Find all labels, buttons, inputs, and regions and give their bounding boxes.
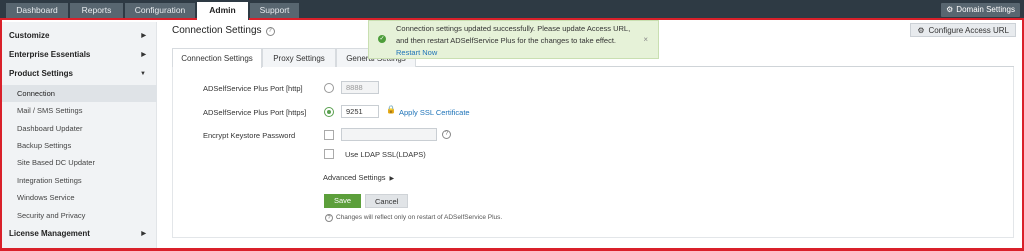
keystore-password-field[interactable] <box>341 128 437 141</box>
toast-message: Connection settings updated successfully… <box>396 23 636 59</box>
tab-support[interactable]: Support <box>250 3 300 18</box>
top-navigation: Dashboard Reports Configuration Admin Su… <box>0 0 1024 20</box>
connection-settings-panel: ADSelfService Plus Port [http] 8888 ADSe… <box>172 67 1014 238</box>
sidebar-item-integration[interactable]: Integration Settings <box>2 172 157 189</box>
restart-note: ? Changes will reflect only on restart of… <box>325 214 502 222</box>
tab-admin[interactable]: Admin <box>197 2 249 20</box>
sidebar-item-mail-sms[interactable]: Mail / SMS Settings <box>2 102 157 119</box>
gear-icon: ⚙ <box>946 5 954 14</box>
chevron-right-icon: ▶ <box>141 52 146 58</box>
sidebar-heading-label: Enterprise Essentials <box>9 50 91 59</box>
sidebar-item-security-privacy[interactable]: Security and Privacy <box>2 207 157 224</box>
page-title: Connection Settings? <box>172 25 275 36</box>
check-circle-icon: ✓ <box>378 35 386 43</box>
advanced-settings-label: Advanced Settings <box>323 173 386 182</box>
ldaps-checkbox[interactable] <box>324 149 334 159</box>
close-icon[interactable]: × <box>643 34 648 46</box>
tab-reports[interactable]: Reports <box>70 3 124 18</box>
keystore-password-label: Encrypt Keystore Password <box>203 131 296 140</box>
sidebar: Customize ▶ Enterprise Essentials ▶ Prod… <box>2 22 157 248</box>
tab-connection-settings[interactable]: Connection Settings <box>172 48 262 68</box>
help-icon[interactable]: ? <box>442 130 451 139</box>
chevron-right-icon: ▶ <box>141 33 146 39</box>
chevron-right-icon: ▶ <box>141 231 146 237</box>
sidebar-heading-label: Customize <box>9 31 50 40</box>
sidebar-item-dashboard-updater[interactable]: Dashboard Updater <box>2 120 157 137</box>
sidebar-item-site-based-dc[interactable]: Site Based DC Updater <box>2 154 157 171</box>
help-icon: ? <box>325 214 333 222</box>
http-port-field[interactable]: 8888 <box>341 81 379 94</box>
advanced-settings-toggle[interactable]: Advanced Settings ▶ <box>323 173 394 182</box>
keystore-password-checkbox[interactable] <box>324 130 334 140</box>
http-port-label: ADSelfService Plus Port [http] <box>203 84 303 93</box>
sidebar-heading-label: License Management <box>9 229 90 238</box>
http-port-radio[interactable] <box>324 83 334 93</box>
gear-icon: ⚙ <box>917 26 925 35</box>
domain-settings-button[interactable]: ⚙ Domain Settings <box>941 3 1020 17</box>
sidebar-item-backup[interactable]: Backup Settings <box>2 137 157 154</box>
sidebar-heading-label: Product Settings <box>9 69 74 78</box>
chevron-down-icon: ▼ <box>140 71 146 77</box>
apply-ssl-certificate-link[interactable]: Apply SSL Certificate <box>399 108 470 117</box>
toast-message-text: Connection settings updated successfully… <box>396 24 631 45</box>
sidebar-item-connection[interactable]: Connection <box>2 85 157 102</box>
sidebar-item-customize[interactable]: Customize ▶ <box>2 27 157 45</box>
restart-note-text: Changes will reflect only on restart of … <box>336 214 503 221</box>
sidebar-item-license-management[interactable]: License Management ▶ <box>2 225 157 243</box>
https-port-radio[interactable] <box>324 107 334 117</box>
sidebar-item-enterprise-essentials[interactable]: Enterprise Essentials ▶ <box>2 46 157 64</box>
configure-access-url-button[interactable]: ⚙ Configure Access URL <box>910 23 1016 37</box>
restart-now-link[interactable]: Restart Now <box>396 48 437 57</box>
domain-settings-label: Domain Settings <box>956 5 1015 14</box>
tab-configuration[interactable]: Configuration <box>125 3 196 18</box>
https-port-field[interactable]: 9251 <box>341 105 379 118</box>
tab-proxy-settings[interactable]: Proxy Settings <box>262 48 336 67</box>
configure-access-url-label: Configure Access URL <box>928 26 1009 35</box>
sidebar-item-windows-service[interactable]: Windows Service <box>2 189 157 206</box>
success-toast: ✓ Connection settings updated successful… <box>368 20 659 59</box>
lock-icon: 🔒 <box>386 105 396 114</box>
save-button[interactable]: Save <box>324 194 362 208</box>
tab-dashboard[interactable]: Dashboard <box>6 3 69 18</box>
help-icon[interactable]: ? <box>265 27 275 36</box>
sidebar-item-product-settings[interactable]: Product Settings ▼ <box>2 65 157 83</box>
ldaps-label: Use LDAP SSL(LDAPS) <box>345 150 426 159</box>
page-title-text: Connection Settings <box>172 25 262 36</box>
cancel-button[interactable]: Cancel <box>365 194 409 208</box>
caret-right-icon: ▶ <box>389 176 395 182</box>
https-port-label: ADSelfService Plus Port [https] <box>203 108 307 117</box>
